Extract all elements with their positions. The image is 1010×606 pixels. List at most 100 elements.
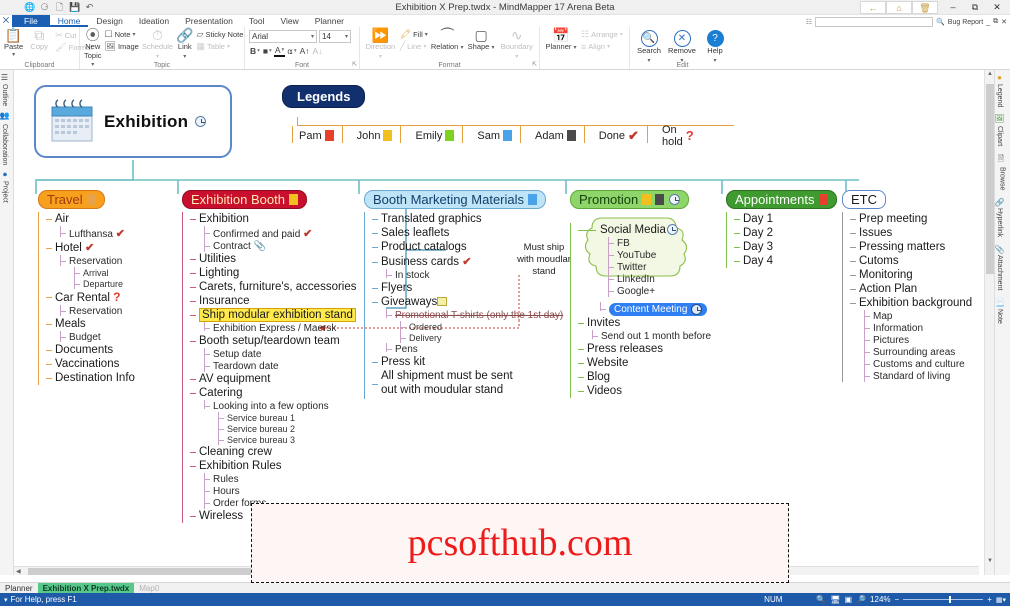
branch-head-etc[interactable]: ETC	[842, 190, 886, 209]
web-button-group[interactable]: ← ⌂ 🗑	[860, 0, 938, 14]
branch-head-promotion[interactable]: Promotion	[570, 190, 690, 209]
chevron-down-icon[interactable]: ▾	[423, 43, 426, 50]
legend-item-adam[interactable]: Adam	[520, 126, 576, 143]
chevron-down-icon[interactable]: ▾	[183, 54, 186, 60]
map-node[interactable]: Contract 📎	[204, 240, 357, 252]
delete-icon[interactable]: 🗑	[912, 0, 938, 14]
table-button[interactable]: ▦ Table ▾	[197, 41, 244, 52]
map-node[interactable]: Google+	[608, 285, 711, 297]
chevron-down-icon[interactable]: ▾	[515, 54, 518, 60]
legend-item-emily[interactable]: Emily	[400, 126, 455, 143]
sticky-note-button[interactable]: ▱ Sticky Note	[197, 29, 244, 40]
clock-icon[interactable]	[691, 303, 703, 315]
tab-design[interactable]: Design	[88, 15, 130, 27]
remove-button[interactable]: ✕ Remove ▾	[667, 30, 697, 65]
map-node[interactable]: Service bureau 1	[218, 412, 357, 423]
map-node[interactable]: Map	[864, 310, 972, 322]
rail-item-hyperlink[interactable]: 🔗 Hyperlink	[995, 194, 1004, 241]
legend-item-john[interactable]: John	[341, 126, 393, 143]
map-node[interactable]: Booth setup/teardown team	[190, 334, 357, 348]
map-node[interactable]: Customs and culture	[864, 358, 972, 370]
map-node[interactable]: Translated graphics	[372, 212, 563, 226]
map-node-struck[interactable]: Promotional T-shirts (only the 1st day)	[386, 309, 563, 321]
chevron-down-icon[interactable]: ▾	[345, 33, 348, 40]
tab-file[interactable]: File	[12, 15, 50, 27]
map-node[interactable]: Website	[578, 356, 711, 370]
map-node[interactable]: Standard of living	[864, 370, 972, 382]
zoom-in-icon[interactable]: 🔎	[856, 595, 866, 604]
map-node[interactable]: Exhibition	[190, 212, 357, 226]
rail-item-browse[interactable]: 🗎 Browse	[995, 149, 1009, 194]
chevron-down-icon[interactable]: ▾	[425, 31, 428, 38]
search-button[interactable]: 🔍 Search ▾	[634, 30, 664, 65]
map-node[interactable]: Day 2	[734, 226, 837, 240]
map-node[interactable]: Monitoring	[850, 268, 972, 282]
map-node[interactable]: Exhibition Express / Maersk	[204, 322, 357, 334]
doc-tab-planner[interactable]: Planner	[0, 583, 38, 594]
map-node[interactable]: Utilities	[190, 252, 357, 266]
map-node[interactable]: Air	[46, 212, 135, 226]
branch-head-exhibition-booth[interactable]: Exhibition Booth	[182, 190, 307, 209]
bold-icon[interactable]: B ▾	[249, 46, 261, 56]
clock-icon[interactable]	[195, 116, 207, 127]
map-node[interactable]: YouTube	[608, 249, 711, 261]
link-button[interactable]: 🔗 Link ▾	[176, 28, 193, 61]
map-node[interactable]: Press releases	[578, 342, 711, 356]
chevron-down-icon[interactable]: ▾	[132, 31, 135, 38]
map-node[interactable]: Ordered	[400, 321, 563, 332]
zoom-plus-button[interactable]: +	[987, 595, 992, 604]
central-topic[interactable]: Exhibition	[34, 85, 232, 158]
map-node[interactable]: Flyers	[372, 281, 563, 295]
font-color-icon[interactable]: A ▾	[273, 45, 286, 57]
map-node[interactable]: Social Media	[578, 223, 711, 237]
clock-icon[interactable]	[666, 224, 678, 236]
search-input[interactable]	[815, 17, 934, 27]
relation-button[interactable]: ⏜ Relation ▾	[431, 28, 464, 52]
map-node-selected[interactable]: Content Meeting	[600, 302, 711, 316]
map-node[interactable]: Cleaning crew	[190, 445, 357, 459]
chevron-down-icon[interactable]: ▾	[156, 54, 159, 60]
zoom-slider-knob[interactable]	[949, 596, 952, 603]
rail-item-clipart[interactable]: 🖼 Clipart	[995, 110, 1004, 148]
tab-planner[interactable]: Planner	[307, 15, 352, 27]
font-family-select[interactable]: Arial ▾	[249, 30, 317, 43]
schedule-button[interactable]: ⏱ Schedule ▾	[142, 28, 173, 61]
map-node[interactable]: Arrival	[74, 267, 135, 278]
map-node[interactable]: Pens	[386, 343, 563, 355]
close-button[interactable]: ✕	[986, 0, 1008, 14]
map-canvas[interactable]: Exhibition Legends Pam John Emily Sam Ad…	[14, 70, 994, 575]
chevron-down-icon[interactable]: ▾	[311, 33, 314, 40]
map-node[interactable]: Send out 1 month before	[592, 330, 711, 342]
rail-item-project[interactable]: ⏺ Project	[0, 168, 10, 206]
tab-view[interactable]: View	[272, 15, 306, 27]
tab-presentation[interactable]: Presentation	[177, 15, 241, 27]
map-node[interactable]: Catering	[190, 386, 357, 400]
legend-item-done[interactable]: Done ✔	[583, 126, 639, 143]
map-node[interactable]: Exhibition background	[850, 296, 972, 310]
rail-item-legend[interactable]: ● Legend	[995, 70, 1004, 110]
scrollbar-thumb[interactable]	[986, 84, 994, 274]
map-node[interactable]: Service bureau 3	[218, 434, 357, 445]
clock-icon[interactable]	[669, 194, 681, 205]
chevron-down-icon[interactable]: ▾	[607, 43, 610, 50]
shrink-font-icon[interactable]: A↓	[312, 46, 324, 56]
line-button[interactable]: ╱ Line ▾	[400, 41, 428, 52]
map-node[interactable]: Lighting	[190, 266, 357, 280]
help-button[interactable]: ? Help ▾	[700, 30, 730, 65]
branch-head-appointments[interactable]: Appointments	[726, 190, 837, 209]
legend-item-sam[interactable]: Sam	[462, 126, 512, 143]
doc-restore-button[interactable]: ⧉	[993, 18, 998, 26]
search-icon[interactable]: 🔍	[936, 18, 945, 26]
map-node[interactable]: Action Plan	[850, 282, 972, 296]
map-node[interactable]: FB	[608, 237, 711, 249]
map-node[interactable]: Pictures	[864, 334, 972, 346]
status-menu-icon[interactable]: ▾	[4, 596, 8, 604]
note-button[interactable]: ☐ Note ▾	[105, 29, 139, 40]
map-node[interactable]: All shipment must be sent out with moudu…	[372, 369, 522, 399]
legend-item-pam[interactable]: Pam	[292, 126, 334, 143]
map-node[interactable]: Twitter	[608, 261, 711, 273]
map-node[interactable]: Cutoms	[850, 254, 972, 268]
canvas-vertical-scrollbar[interactable]: ▲ ▼	[984, 70, 994, 575]
map-node[interactable]: Insurance	[190, 294, 357, 308]
chevron-down-icon[interactable]: ▾	[460, 45, 463, 51]
